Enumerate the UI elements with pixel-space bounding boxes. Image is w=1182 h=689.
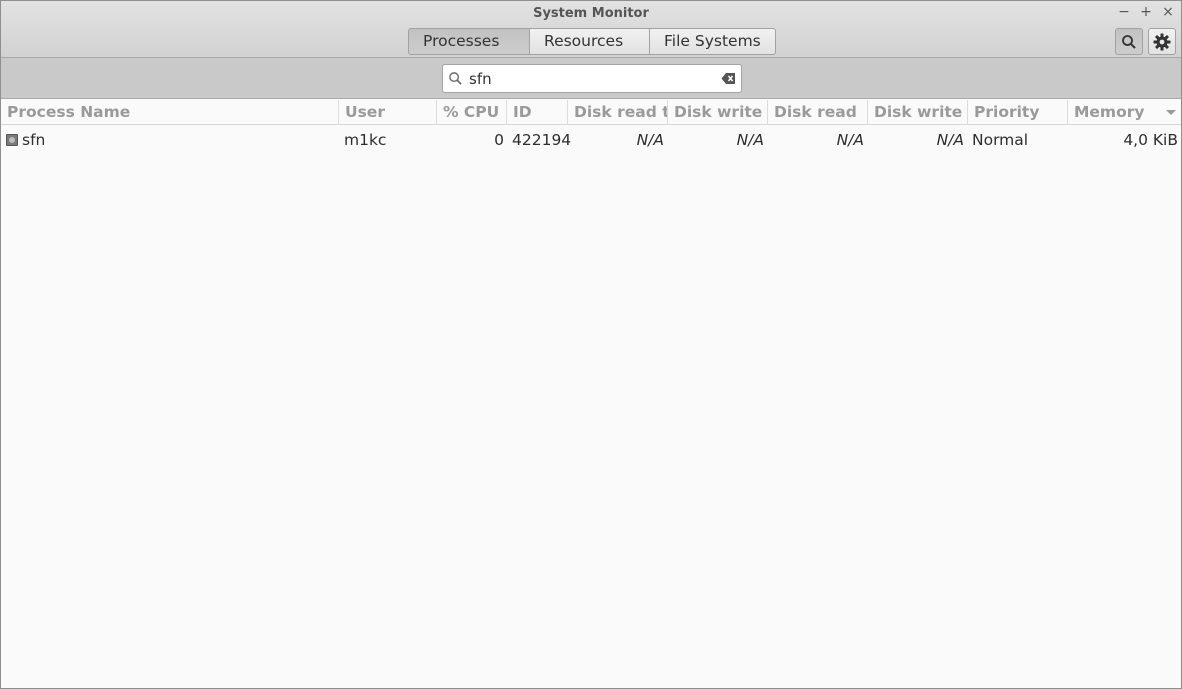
column-memory[interactable]: Memory	[1068, 100, 1181, 125]
view-switcher: Processes Resources File Systems	[408, 28, 776, 55]
cell-process-name: sfn	[22, 131, 46, 149]
table-row[interactable]: sfn m1kc 0 422194 N/A N/A N/A N/A Normal…	[1, 127, 1181, 153]
tab-processes[interactable]: Processes	[408, 28, 530, 55]
column-disk-read-total[interactable]: Disk read to	[568, 100, 668, 125]
window-title: System Monitor	[533, 6, 649, 21]
maximize-button[interactable]: +	[1138, 4, 1154, 20]
column-disk-write-total[interactable]: Disk write t	[668, 100, 768, 125]
cell-cpu: 0	[494, 131, 504, 149]
cell-disk-write-total: N/A	[736, 131, 764, 149]
system-monitor-window: System Monitor − + × Processes Resources…	[0, 0, 1182, 689]
tab-resources[interactable]: Resources	[530, 28, 650, 55]
process-table-header: Process Name User % CPU ID Disk read to …	[1, 100, 1181, 125]
column-memory-label: Memory	[1074, 103, 1145, 121]
close-button[interactable]: ×	[1160, 4, 1176, 20]
search-toggle-button[interactable]	[1115, 28, 1143, 55]
process-icon	[6, 134, 18, 146]
cell-user: m1kc	[344, 131, 387, 149]
header-bar: System Monitor − + × Processes Resources…	[1, 1, 1181, 58]
clear-search-icon[interactable]	[721, 72, 736, 85]
cell-disk-read: N/A	[836, 131, 864, 149]
search-input-value: sfn	[469, 70, 492, 88]
search-bar: sfn	[1, 58, 1181, 99]
cell-priority: Normal	[972, 131, 1029, 149]
minimize-button[interactable]: −	[1116, 4, 1132, 20]
column-priority[interactable]: Priority	[968, 100, 1068, 125]
cell-id: 422194	[512, 131, 572, 149]
column-user[interactable]: User	[339, 100, 437, 125]
column-process-name[interactable]: Process Name	[1, 100, 339, 125]
cell-disk-write: N/A	[936, 131, 964, 149]
column-disk-read[interactable]: Disk read	[768, 100, 868, 125]
column-id[interactable]: ID	[507, 100, 568, 125]
column-cpu[interactable]: % CPU	[437, 100, 507, 125]
search-input[interactable]: sfn	[442, 64, 742, 93]
settings-button[interactable]	[1148, 28, 1176, 55]
search-icon	[1122, 34, 1136, 49]
column-disk-write[interactable]: Disk write	[868, 100, 968, 125]
cell-disk-read-total: N/A	[636, 131, 664, 149]
tab-file-systems[interactable]: File Systems	[650, 28, 776, 55]
gear-icon	[1153, 33, 1171, 50]
sort-descending-icon	[1166, 110, 1176, 115]
cell-memory: 4,0 KiB	[1123, 131, 1178, 149]
search-icon	[449, 72, 462, 85]
